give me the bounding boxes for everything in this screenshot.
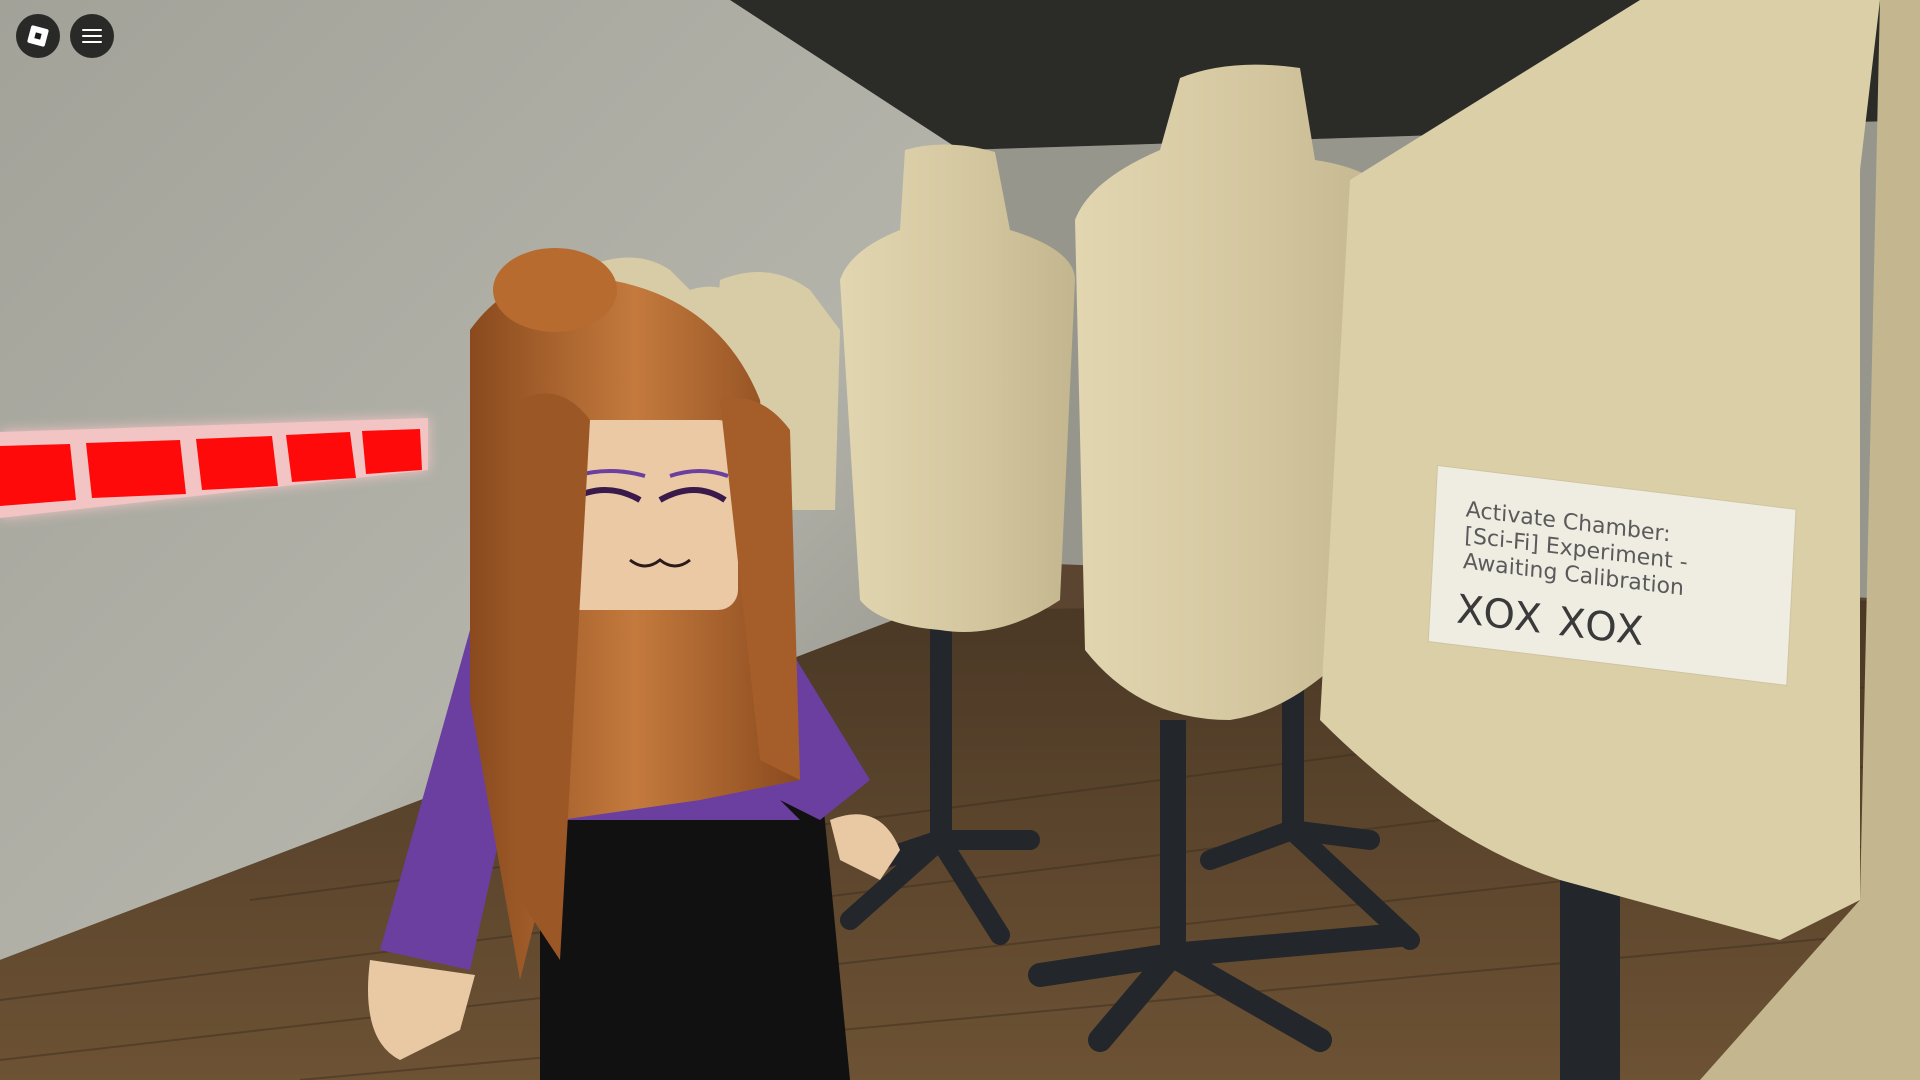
hamburger-menu-button[interactable]: [70, 14, 114, 58]
game-viewport[interactable]: Activate Chamber: [Sci-Fi] Experiment - …: [0, 0, 1920, 1080]
avatar-hair-bun: [493, 248, 617, 332]
hamburger-menu-icon: [82, 29, 102, 43]
avatar-right-hand: [830, 814, 900, 880]
avatar-left-hand: [368, 960, 475, 1060]
roblox-menu-button[interactable]: [16, 14, 60, 58]
roblox-logo-icon: [26, 24, 50, 48]
sign-marks: XOX XOX: [1455, 586, 1647, 656]
